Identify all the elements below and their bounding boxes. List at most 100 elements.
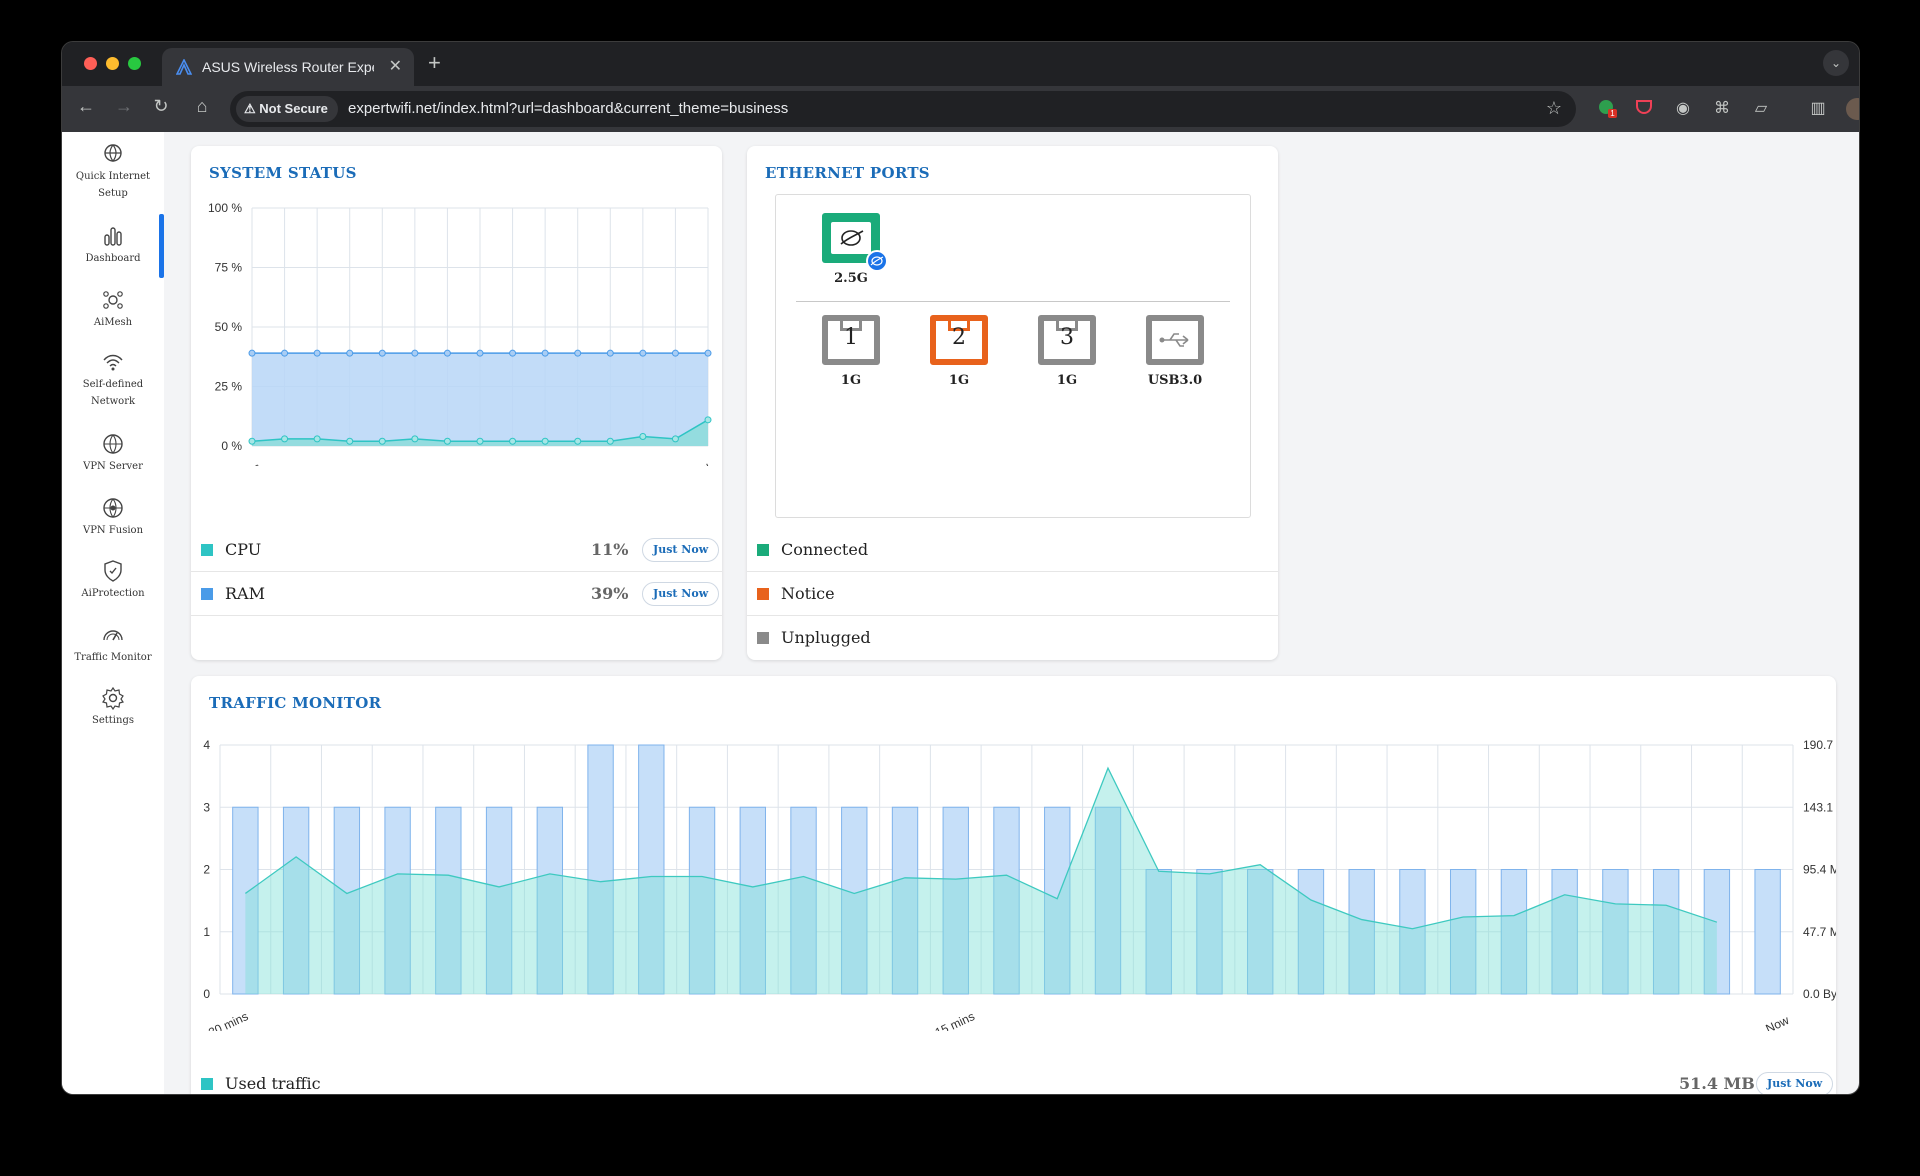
router-page: Quick Internet Setup Dashboard AiMesh Se… [62,132,1859,1094]
internet-globe-icon [840,230,864,246]
bookmark-star-icon[interactable]: ☆ [1546,98,1562,119]
svg-text:1: 1 [1610,109,1615,118]
profile-avatar[interactable] [1846,98,1859,120]
lan-port-2-label: 1G [948,373,970,388]
lan-port-3-graphic: 3 [1038,315,1096,365]
globe-setup-icon [104,144,122,162]
ethernet-ports-card: ETHERNET PORTS 2.5G 1 1G 2 1G 3 1G USB3.… [747,146,1278,660]
x-end-label: Now [686,460,714,466]
lan-port-2[interactable]: 2 1G [929,315,989,388]
sidebar-item-dashboard[interactable]: Dashboard [62,224,164,267]
sidebar-item-label: VPN Server [83,461,143,472]
ram-label: RAM [225,584,265,603]
y2-tick-label: 143.1 MB [1803,800,1836,814]
usb-port[interactable]: USB3.0 [1145,315,1205,388]
sidebar-item-aimesh[interactable]: AiMesh [62,288,164,331]
x-label: Now [1763,1013,1791,1031]
sidebar-item-quick-internet-setup[interactable]: Quick Internet Setup [62,142,164,202]
wan-port-graphic [822,213,888,272]
extension-shield-icon[interactable]: ◉ [1672,98,1694,120]
ram-point [574,349,582,357]
browser-tab[interactable]: ASUS Wireless Router Expert ✕ [162,48,414,86]
ports-panel: 2.5G 1 1G 2 1G 3 1G USB3.0 [775,194,1251,518]
cpu-point [313,435,321,443]
sidebar-item-label: Settings [92,715,134,726]
usb-port-graphic [1146,315,1204,365]
traffic-monitor-chart: 4 3 2 1 0 190.7 MB 143.1 MB 95.4 MB 47.7 MB 0.0 B… [203,738,1836,1031]
home-icon[interactable]: ⌂ [189,96,215,117]
traffic-bar [1754,869,1781,995]
tab-search-button[interactable]: ⌄ [1823,50,1849,76]
sidebar-item-settings[interactable]: Settings [62,686,164,729]
y-tick-label: 0 % [221,439,242,453]
close-tab-icon[interactable]: ✕ [389,56,402,76]
ram-point [476,349,484,357]
cpu-label: CPU [225,540,262,559]
ram-point [639,349,647,357]
url-text[interactable]: expertwifi.net/index.html?url=dashboard&… [348,100,788,117]
connected-swatch [757,544,769,556]
cpu-point [411,435,419,443]
extension-tool-icon[interactable]: ⌘ [1711,98,1733,120]
used-traffic-legend-row: Used traffic 51.4 MB Just Now [191,1062,1836,1094]
ports-divider [796,301,1230,302]
traffic-monitor-title: TRAFFIC MONITOR [209,694,382,712]
ram-color-swatch [201,588,213,600]
system-status-card: SYSTEM STATUS 100 % 75 % 50 % 25 % 0 % 15 min… [191,146,722,660]
notice-swatch [757,588,769,600]
shield-icon [104,560,122,582]
cpu-point [606,437,614,445]
unplugged-swatch [757,632,769,644]
connected-label: Connected [781,540,869,559]
x-label: 15 mins [933,1009,977,1031]
sidebar-item-self-defined-network[interactable]: Self-defined Network [62,350,164,410]
sidebar-item-vpn-server[interactable]: VPN Server [62,432,164,475]
security-indicator[interactable]: ⚠ Not Secure [236,96,338,122]
side-panel-icon[interactable]: ▥ [1807,98,1829,120]
close-window-button[interactable] [84,57,97,70]
pocket-icon[interactable] [1633,98,1655,120]
unplugged-legend-row: Unplugged [747,616,1278,660]
y-tick-label: 1 [203,925,210,939]
sidebar-item-vpn-fusion[interactable]: VPN Fusion [62,496,164,539]
warning-icon: ⚠ [244,101,256,116]
maximize-window-button[interactable] [128,57,141,70]
sidebar-item-label: Network [90,396,136,407]
cpu-point [639,432,647,440]
cpu-value: 11% [591,540,629,559]
lan-port-1-number: 1 [844,325,858,350]
cpu-point [281,435,289,443]
lan-port-2-graphic: 2 [930,315,988,365]
ram-point [541,349,549,357]
system-status-title: SYSTEM STATUS [209,164,357,182]
wan-badge-icon [866,250,888,272]
sidebar-item-traffic-monitor[interactable]: Traffic Monitor [62,623,164,666]
ram-point [378,349,386,357]
extensions-puzzle-icon[interactable]: ▱ [1750,98,1772,120]
lan-port-2-number: 2 [952,325,966,350]
sidebar-item-label: Traffic Monitor [74,652,152,663]
y-tick-label: 50 % [215,320,243,334]
y-tick-label: 75 % [215,261,243,275]
minimize-window-button[interactable] [106,57,119,70]
lan-port-1[interactable]: 1 1G [821,315,881,388]
forward-icon[interactable]: → [111,96,137,117]
gauge-icon [103,630,123,641]
y-tick-label: 2 [203,863,210,877]
y-tick-label: 0 [203,987,210,1001]
browser-window: ASUS Wireless Router Expert ✕ + ⌄ ← → ↻ … [61,41,1860,1095]
lan-port-3[interactable]: 3 1G [1037,315,1097,388]
ram-point [248,349,256,357]
back-icon[interactable]: ← [73,96,99,117]
wan-port[interactable]: 2.5G [821,213,888,286]
sidebar-item-aiprotection[interactable]: AiProtection [62,559,164,602]
extension-icon[interactable]: 1 [1596,98,1618,120]
new-tab-button[interactable]: + [428,50,441,76]
gear-icon [102,686,124,710]
y-tick-label: 100 % [208,201,242,215]
y-tick-label: 3 [203,800,210,814]
cpu-point [509,437,517,445]
ram-point [346,349,354,357]
address-bar[interactable]: ⚠ Not Secure expertwifi.net/index.html?u… [230,91,1576,127]
reload-icon[interactable]: ↻ [148,96,174,117]
